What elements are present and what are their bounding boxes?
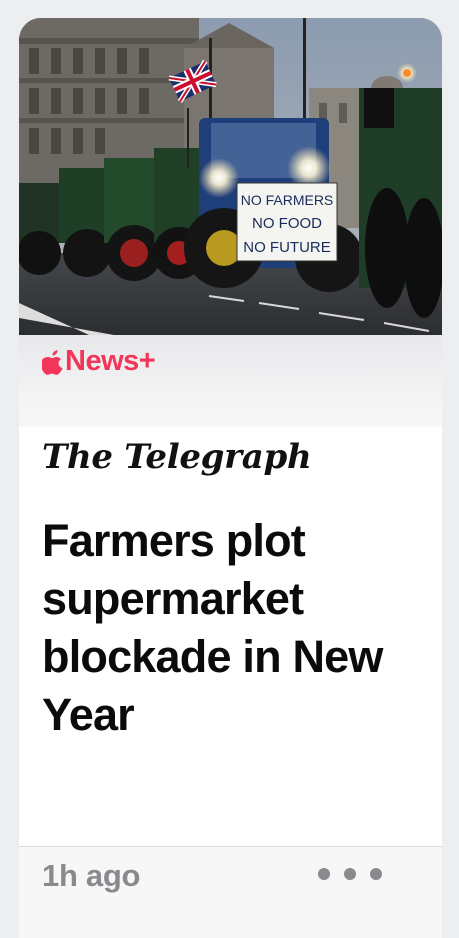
publisher-name: The Telegraph	[42, 437, 312, 477]
apple-news-plus-logo: News+	[42, 345, 156, 377]
svg-text:NO FARMERS: NO FARMERS	[241, 192, 334, 208]
svg-text:NO FUTURE: NO FUTURE	[243, 239, 331, 256]
article-hero-image[interactable]: NO FARMERS NO FOOD NO FUTURE	[19, 18, 442, 335]
apple-icon	[42, 349, 63, 375]
more-options-button[interactable]	[318, 860, 382, 888]
news-plus-label: News+	[65, 345, 156, 377]
ellipsis-icon-dot	[344, 868, 356, 880]
ellipsis-icon	[318, 868, 330, 880]
article-timestamp: 1h ago	[42, 858, 141, 893]
article-headline[interactable]: Farmers plot supermarket blockade in New…	[42, 512, 402, 744]
article-card[interactable]: NO FARMERS NO FOOD NO FUTURE	[19, 18, 442, 938]
tractor-protest-photo: NO FARMERS NO FOOD NO FUTURE	[19, 18, 442, 335]
ellipsis-icon-dot	[370, 868, 382, 880]
svg-text:NO FOOD: NO FOOD	[252, 215, 322, 232]
